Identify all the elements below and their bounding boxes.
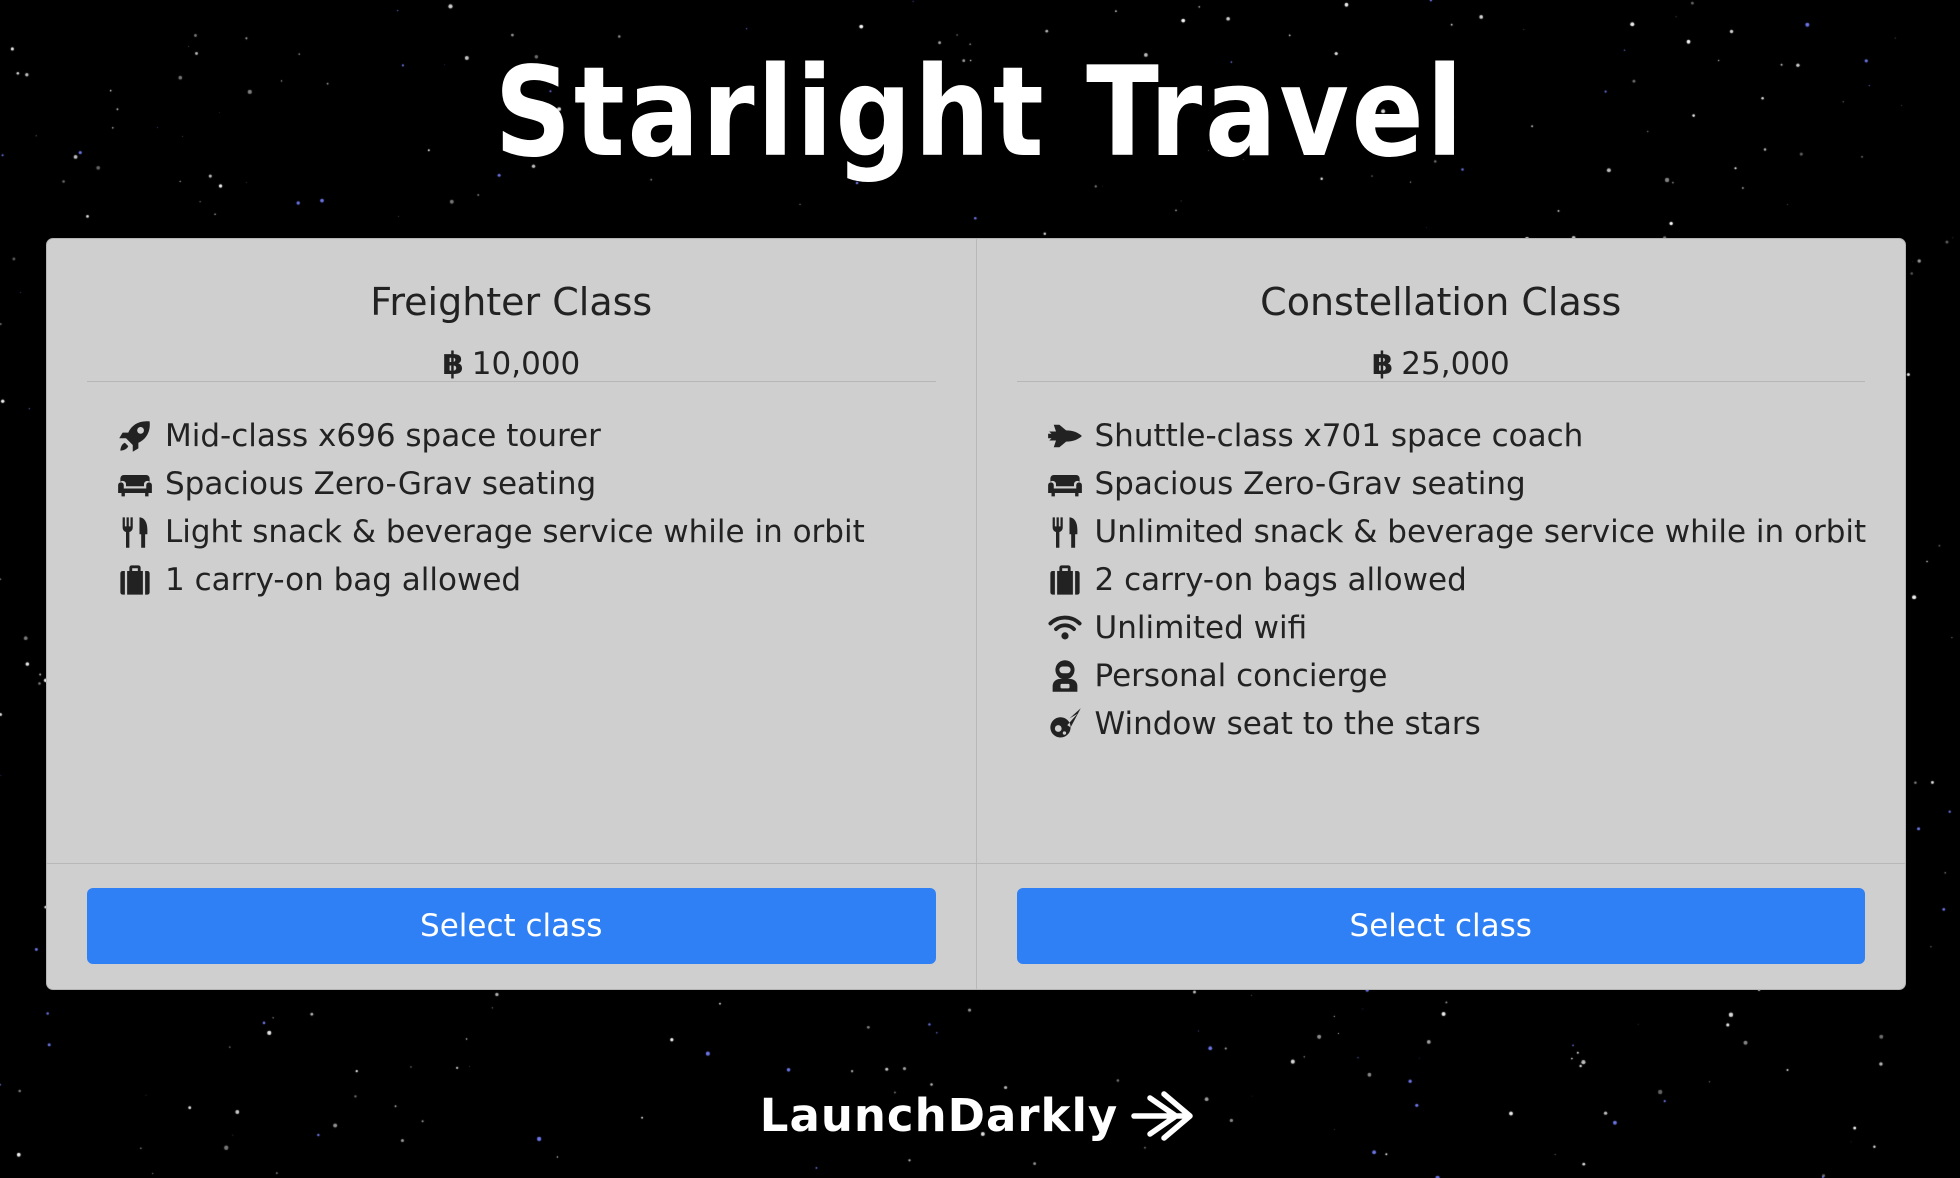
constellation-class-card: Constellation Class ฿ 25,000 Shuttle-cla… <box>975 239 1906 989</box>
feature-item: Unlimited snack & beverage service while… <box>1045 508 1906 556</box>
suitcase-icon <box>115 560 155 600</box>
feature-text: Window seat to the stars <box>1094 706 1481 742</box>
site-title: Starlight Travel <box>494 41 1466 185</box>
feature-item: 2 carry-on bags allowed <box>1045 556 1906 604</box>
meteor-icon <box>1045 704 1085 744</box>
feature-list: Mid-class x696 space tourer Spacious Zer… <box>47 382 976 604</box>
card-footer: Select class <box>976 863 1905 989</box>
feature-text: 1 carry-on bag allowed <box>165 562 522 598</box>
arrow-icon <box>1131 1091 1193 1141</box>
feature-item: Spacious Zero-Grav seating <box>115 460 976 508</box>
couch-icon <box>1045 464 1085 504</box>
feature-text: Mid-class x696 space tourer <box>165 418 601 454</box>
feature-text: Personal concierge <box>1094 658 1388 694</box>
price-value: 10,000 <box>471 346 581 382</box>
card-header: Constellation Class ฿ 25,000 <box>1016 239 1866 383</box>
user-astronaut-icon <box>1045 656 1085 696</box>
price-value: 25,000 <box>1401 346 1510 382</box>
space-shuttle-icon <box>1045 416 1085 456</box>
card-header: Freighter Class ฿ 10,000 <box>87 239 936 382</box>
feature-item: Light snack & beverage service while in … <box>115 508 976 556</box>
feature-text: Light snack & beverage service while in … <box>165 514 865 550</box>
launchdarkly-logo[interactable]: LaunchDarkly <box>0 1084 1960 1148</box>
brand-name: LaunchDarkly <box>759 1089 1119 1142</box>
utensils-icon <box>1045 512 1085 552</box>
feature-item: 1 carry-on bag allowed <box>115 556 976 604</box>
feature-item: Spacious Zero-Grav seating <box>1045 460 1906 508</box>
freighter-class-card: Freighter Class ฿ 10,000 Mid-class x696 … <box>47 239 976 989</box>
card-footer: Select class <box>47 863 976 989</box>
feature-list: Shuttle-class x701 space coach Spacious … <box>977 382 1906 748</box>
couch-icon <box>115 464 155 504</box>
feature-text: Unlimited snack & beverage service while… <box>1094 514 1867 550</box>
utensils-icon <box>115 512 155 552</box>
suitcase-icon <box>1045 560 1085 600</box>
rocket-icon <box>115 416 155 456</box>
bitcoin-icon: ฿ <box>1371 346 1394 382</box>
feature-text: Unlimited wifi <box>1094 610 1308 646</box>
select-freighter-class-button[interactable]: Select class <box>87 888 936 964</box>
feature-text: Spacious Zero-Grav seating <box>1094 466 1526 502</box>
bitcoin-icon: ฿ <box>442 346 464 382</box>
feature-item: Shuttle-class x701 space coach <box>1045 412 1906 460</box>
select-constellation-class-button[interactable]: Select class <box>1016 888 1865 964</box>
feature-item: Window seat to the stars <box>1045 700 1906 748</box>
card-price: ฿ 10,000 <box>87 345 936 383</box>
card-title: Freighter Class <box>370 280 653 324</box>
wifi-icon <box>1045 608 1085 648</box>
feature-item: Unlimited wifi <box>1045 604 1906 652</box>
feature-text: 2 carry-on bags allowed <box>1094 562 1467 598</box>
card-price: ฿ 25,000 <box>1017 345 1866 383</box>
feature-item: Personal concierge <box>1045 652 1906 700</box>
card-title: Constellation Class <box>1260 280 1622 324</box>
feature-text: Shuttle-class x701 space coach <box>1094 418 1584 454</box>
feature-text: Spacious Zero-Grav seating <box>165 466 597 502</box>
class-card-deck: Freighter Class ฿ 10,000 Mid-class x696 … <box>46 238 1906 990</box>
feature-item: Mid-class x696 space tourer <box>115 412 976 460</box>
